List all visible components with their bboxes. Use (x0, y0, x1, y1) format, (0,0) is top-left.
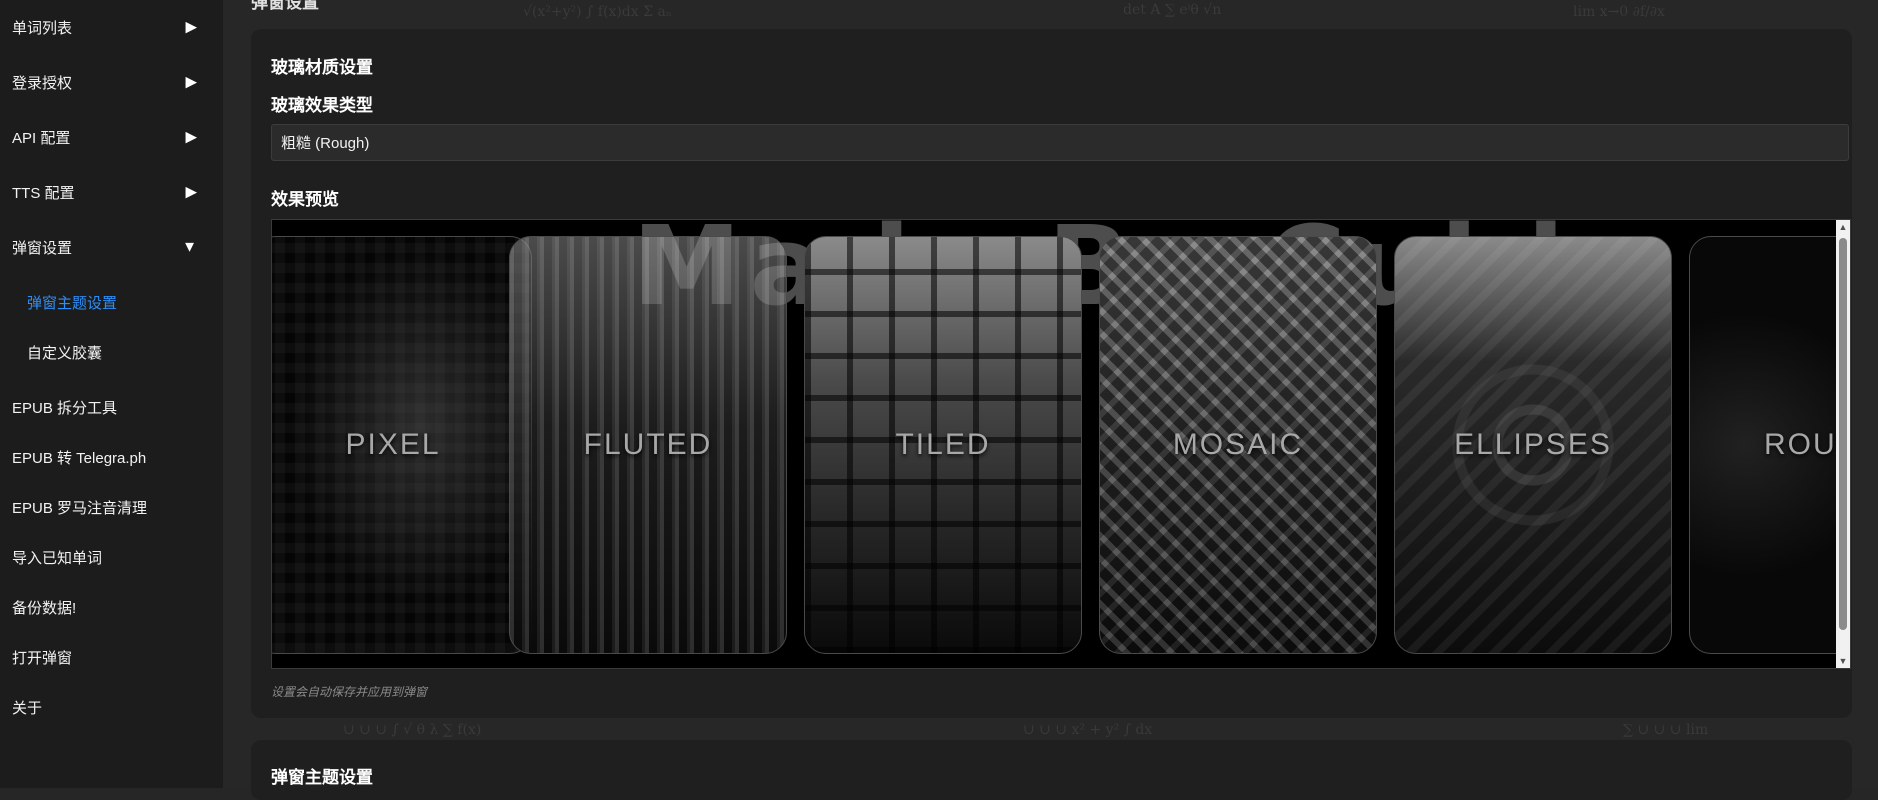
effect-card-label: TILED (895, 428, 991, 461)
scroll-down-icon[interactable]: ▼ (1836, 654, 1850, 668)
sidebar-item-label: 自定义胶囊 (27, 344, 103, 362)
sidebar-item-label: EPUB 罗马注音清理 (12, 499, 148, 517)
sidebar-item-word-list[interactable]: 单词列表 ▶ (0, 7, 223, 47)
background-doodle: √(x²+y²) ∫ f(x)dx Σ aₙ (523, 4, 672, 20)
effect-card-ellipses[interactable]: ELLIPSES (1394, 236, 1672, 654)
effect-card-tiled[interactable]: TILED (804, 236, 1082, 654)
glass-settings-card: 玻璃材质设置 玻璃效果类型 粗糙 (Rough) 效果预览 Made By Cu… (251, 29, 1852, 718)
sidebar-item-label: 备份数据! (12, 599, 77, 617)
sidebar-item-label: 登录授权 (12, 74, 73, 92)
glass-type-select[interactable]: 粗糙 (Rough) (271, 124, 1849, 161)
sidebar-item-label: 导入已知单词 (12, 549, 103, 567)
scrollbar-thumb[interactable] (1839, 238, 1847, 630)
sidebar-item-login[interactable]: 登录授权 ▶ (0, 62, 223, 102)
sidebar-item-label: 打开弹窗 (12, 649, 73, 667)
glass-type-label: 玻璃效果类型 (271, 96, 373, 115)
effect-card-pixel[interactable]: PIXEL (272, 236, 532, 654)
arrow-right-icon: ▶ (185, 183, 197, 201)
sidebar-item-popup-settings[interactable]: 弹窗设置 ▼ (0, 227, 223, 267)
effect-card-mosaic[interactable]: MOSAIC (1099, 236, 1377, 654)
arrow-right-icon: ▶ (185, 73, 197, 91)
effect-card-label: MOSAIC (1172, 428, 1304, 461)
effect-card-label: PIXEL (345, 428, 441, 461)
background-doodle: ∪ ∪ ∪ x² + y² ∫ dx (1023, 722, 1153, 738)
effect-card-label: ELLIPSES (1454, 428, 1612, 461)
scroll-up-icon[interactable]: ▲ (1836, 220, 1850, 234)
background-doodle: ∪ ∪ ∪ ∫ √ θ λ ∑ f(x) (343, 722, 482, 738)
sidebar-subitem-custom-capsule[interactable]: 自定义胶囊 (0, 332, 223, 372)
sidebar-item-epub-split[interactable]: EPUB 拆分工具 (0, 387, 223, 427)
sidebar-item-label: EPUB 转 Telegra.ph (12, 449, 147, 467)
sidebar-item-backup[interactable]: 备份数据! (0, 587, 223, 627)
popup-theme-card: 弹窗主题设置 (251, 740, 1852, 800)
popup-theme-title: 弹窗主题设置 (271, 768, 373, 787)
glass-type-selected-value: 粗糙 (Rough) (281, 135, 370, 152)
preview-scrollbar[interactable]: ▲ ▼ (1836, 220, 1850, 668)
autosave-hint: 设置会自动保存并应用到弹窗 (271, 685, 428, 699)
sidebar-item-label: EPUB 拆分工具 (12, 399, 118, 417)
sidebar-item-label: API 配置 (12, 129, 71, 147)
sidebar-subitem-popup-theme[interactable]: 弹窗主题设置 (0, 282, 223, 322)
background-doodle: lim x→0 ∂f/∂x (1573, 4, 1665, 20)
sidebar-item-tts-config[interactable]: TTS 配置 ▶ (0, 172, 223, 212)
background-doodle: det A ∑ eⁱθ √n (1123, 2, 1222, 18)
sidebar-item-label: 弹窗主题设置 (27, 294, 118, 312)
sidebar-item-api-config[interactable]: API 配置 ▶ (0, 117, 223, 157)
arrow-right-icon: ▶ (185, 128, 197, 146)
sidebar-item-open-popup[interactable]: 打开弹窗 (0, 637, 223, 677)
sidebar-item-epub-telegraph[interactable]: EPUB 转 Telegra.ph (0, 437, 223, 477)
background-doodle: ∑ ∪ ∪ ∪ lim (1623, 722, 1709, 738)
arrow-down-icon: ▼ (182, 238, 197, 256)
preview-label: 效果预览 (271, 190, 339, 209)
glass-settings-title: 玻璃材质设置 (271, 58, 373, 77)
sidebar-item-label: 弹窗设置 (12, 239, 73, 257)
effect-card-rough[interactable]: ROU (1689, 236, 1850, 654)
sidebar-item-epub-ruby-clean[interactable]: EPUB 罗马注音清理 (0, 487, 223, 527)
page-section-title: 弹窗设置 (251, 0, 319, 12)
arrow-right-icon: ▶ (185, 18, 197, 36)
effect-preview: Made By Cubic PIXEL FLUTED TILED MOSAIC … (271, 219, 1851, 669)
sidebar-item-about[interactable]: 关于 (0, 687, 223, 727)
sidebar-item-label: 单词列表 (12, 19, 73, 37)
effect-card-fluted[interactable]: FLUTED (509, 236, 787, 654)
sidebar-item-label: 关于 (12, 699, 43, 717)
sidebar-item-import-known-words[interactable]: 导入已知单词 (0, 537, 223, 577)
effect-card-label: FLUTED (583, 428, 713, 461)
effect-card-label: ROU (1764, 428, 1837, 461)
sidebar: 单词列表 ▶ 登录授权 ▶ API 配置 ▶ TTS 配置 ▶ 弹窗设置 ▼ 弹… (0, 0, 223, 788)
sidebar-item-label: TTS 配置 (12, 184, 75, 202)
